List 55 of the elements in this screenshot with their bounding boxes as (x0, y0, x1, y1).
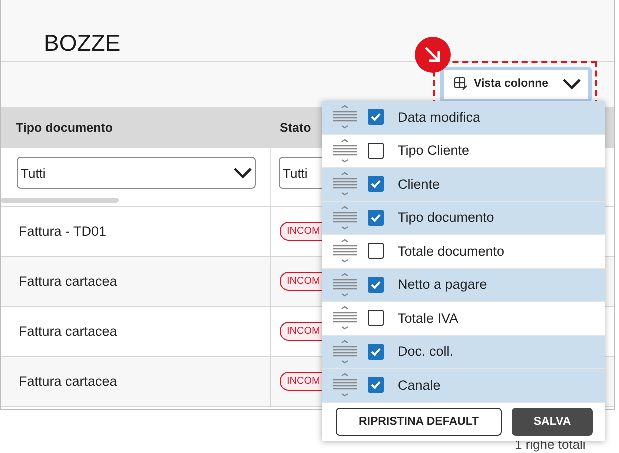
drag-handle-icon[interactable] (332, 171, 358, 198)
drag-handle-icon[interactable] (332, 305, 358, 332)
option-label: Cliente (398, 176, 440, 192)
drag-handle-icon[interactable] (332, 138, 358, 164)
drag-handle-icon[interactable] (332, 372, 358, 398)
reset-button[interactable]: RIPRISTINA DEFAULT (336, 408, 502, 436)
drag-handle-icon[interactable] (332, 338, 358, 365)
option-label: Totale documento (398, 244, 505, 259)
checkbox[interactable] (368, 310, 384, 326)
option-label: Canale (398, 378, 441, 393)
column-option[interactable]: Tipo documento (322, 202, 605, 235)
option-label: Netto a pagare (398, 277, 488, 292)
table-edit-icon (454, 77, 468, 91)
drag-handle-icon[interactable] (332, 204, 358, 231)
column-option[interactable]: Data modifica (322, 101, 605, 134)
drag-handle-icon[interactable] (332, 272, 358, 298)
filter-select[interactable]: Tutti (17, 157, 256, 189)
table-cell: Fattura cartacea (1, 257, 271, 307)
checkbox[interactable] (368, 176, 384, 192)
checkbox[interactable] (368, 210, 384, 226)
drag-handle-icon[interactable] (332, 104, 358, 130)
checkbox[interactable] (368, 276, 384, 293)
check-icon (370, 346, 382, 358)
column-header: Tipo documento (1, 107, 271, 148)
page-title: BOZZE (44, 30, 121, 56)
check-icon (370, 212, 382, 224)
chevron-down-icon (233, 167, 253, 179)
column-option[interactable]: Cliente (322, 168, 605, 202)
column-option[interactable]: Doc. coll. (322, 336, 605, 369)
column-option[interactable]: Totale documento (322, 235, 605, 268)
column-option[interactable]: Totale IVA (322, 302, 605, 336)
table-cell: Fattura - TD01 (1, 207, 271, 257)
chevron-down-icon (562, 78, 582, 90)
check-icon (370, 379, 382, 392)
column-view-button[interactable]: Vista colonne (440, 66, 592, 102)
checkbox[interactable] (368, 243, 384, 260)
table-cell: Fattura cartacea (1, 357, 271, 407)
drag-handle-icon[interactable] (332, 238, 358, 264)
save-button[interactable]: SALVA (512, 408, 593, 436)
check-icon (370, 111, 382, 124)
option-label: Data modifica (398, 110, 481, 125)
check-icon (370, 178, 382, 190)
option-label: Tipo documento (398, 210, 494, 226)
scrollbar[interactable] (1, 198, 119, 203)
column-option[interactable]: Netto a pagare (322, 268, 605, 302)
option-label: Totale IVA (398, 310, 459, 326)
column-option[interactable]: Canale (322, 369, 605, 402)
column-option[interactable]: Tipo Cliente (322, 134, 605, 168)
checkbox[interactable] (368, 109, 384, 126)
option-label: Doc. coll. (398, 344, 454, 360)
checkbox[interactable] (368, 142, 384, 159)
table-cell: Fattura cartacea (1, 307, 271, 357)
checkbox[interactable] (368, 344, 384, 360)
checkbox[interactable] (368, 377, 384, 394)
check-icon (370, 278, 382, 291)
